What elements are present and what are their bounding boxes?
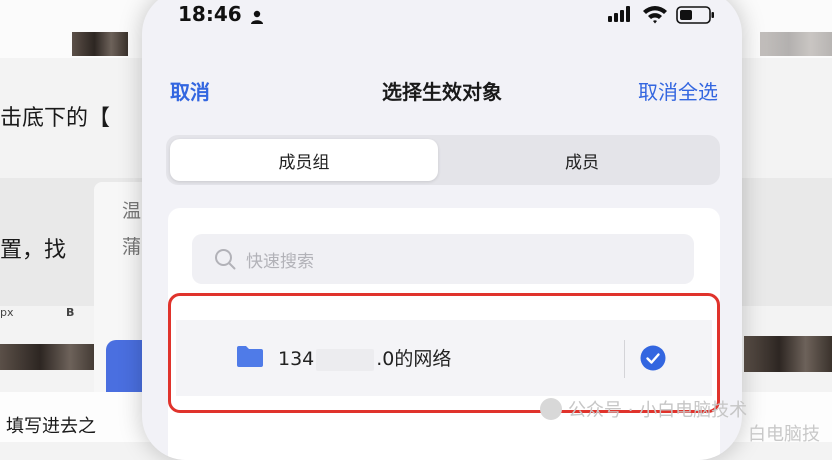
row-divider bbox=[624, 340, 625, 378]
bg-photo-top-right bbox=[760, 32, 832, 56]
person-icon bbox=[251, 10, 263, 24]
watermark-text: 公众号 · 小白电脑技术 bbox=[568, 400, 748, 421]
list-card: 快速搜索 134 .0的网络 bbox=[168, 208, 720, 460]
bg-text-line-3: 填写进去之 bbox=[6, 416, 96, 437]
bg-photo-mid-left bbox=[0, 344, 100, 370]
wifi-icon bbox=[643, 6, 667, 24]
status-bar: 18:46 bbox=[142, 0, 742, 34]
battery-icon bbox=[676, 6, 714, 24]
status-time: 18:46 bbox=[178, 2, 242, 26]
list-item-label-prefix: 134 bbox=[278, 348, 315, 370]
folder-icon bbox=[237, 346, 263, 367]
tab-members[interactable]: 成员 bbox=[448, 139, 716, 181]
watermark-corner-text: 白电脑技 bbox=[748, 424, 820, 445]
bg-hint-1: 温 bbox=[122, 200, 142, 222]
list-item-label-suffix: .0的网络 bbox=[376, 348, 452, 370]
bg-toolbar-px: px bbox=[0, 306, 14, 319]
bg-text-line-1: 击底下的【 bbox=[0, 106, 111, 131]
checkmark-selected-icon[interactable] bbox=[640, 345, 666, 371]
list-item[interactable]: 134 .0的网络 bbox=[176, 320, 712, 396]
tab-member-groups[interactable]: 成员组 bbox=[170, 139, 438, 181]
bg-hint-2: 蒲 bbox=[122, 236, 142, 258]
search-input[interactable]: 快速搜索 bbox=[192, 234, 694, 284]
wechat-logo-icon bbox=[540, 398, 562, 420]
search-placeholder: 快速搜索 bbox=[246, 251, 314, 272]
deselect-all-button[interactable]: 取消全选 bbox=[638, 76, 718, 105]
redacted-block bbox=[316, 348, 375, 371]
bg-text-line-2: 置，找 bbox=[0, 238, 67, 263]
navigation-bar: 取消 选择生效对象 取消全选 bbox=[142, 70, 742, 110]
search-icon bbox=[215, 249, 236, 270]
bg-photo-top-left bbox=[72, 32, 128, 56]
list-item-label: 134 .0的网络 bbox=[278, 344, 451, 371]
phone-screen: 18:46 取消 选择生效对象 取消全选 成员组 成员 快速搜索 134 .0的… bbox=[142, 0, 742, 460]
segmented-control: 成员组 成员 bbox=[166, 135, 720, 185]
bg-toolbar-bold: B bbox=[66, 306, 75, 319]
bg-photo-mid-right bbox=[744, 336, 832, 372]
cellular-signal-icon bbox=[608, 6, 630, 22]
watermark: 公众号 · 小白电脑技术 bbox=[540, 396, 747, 422]
